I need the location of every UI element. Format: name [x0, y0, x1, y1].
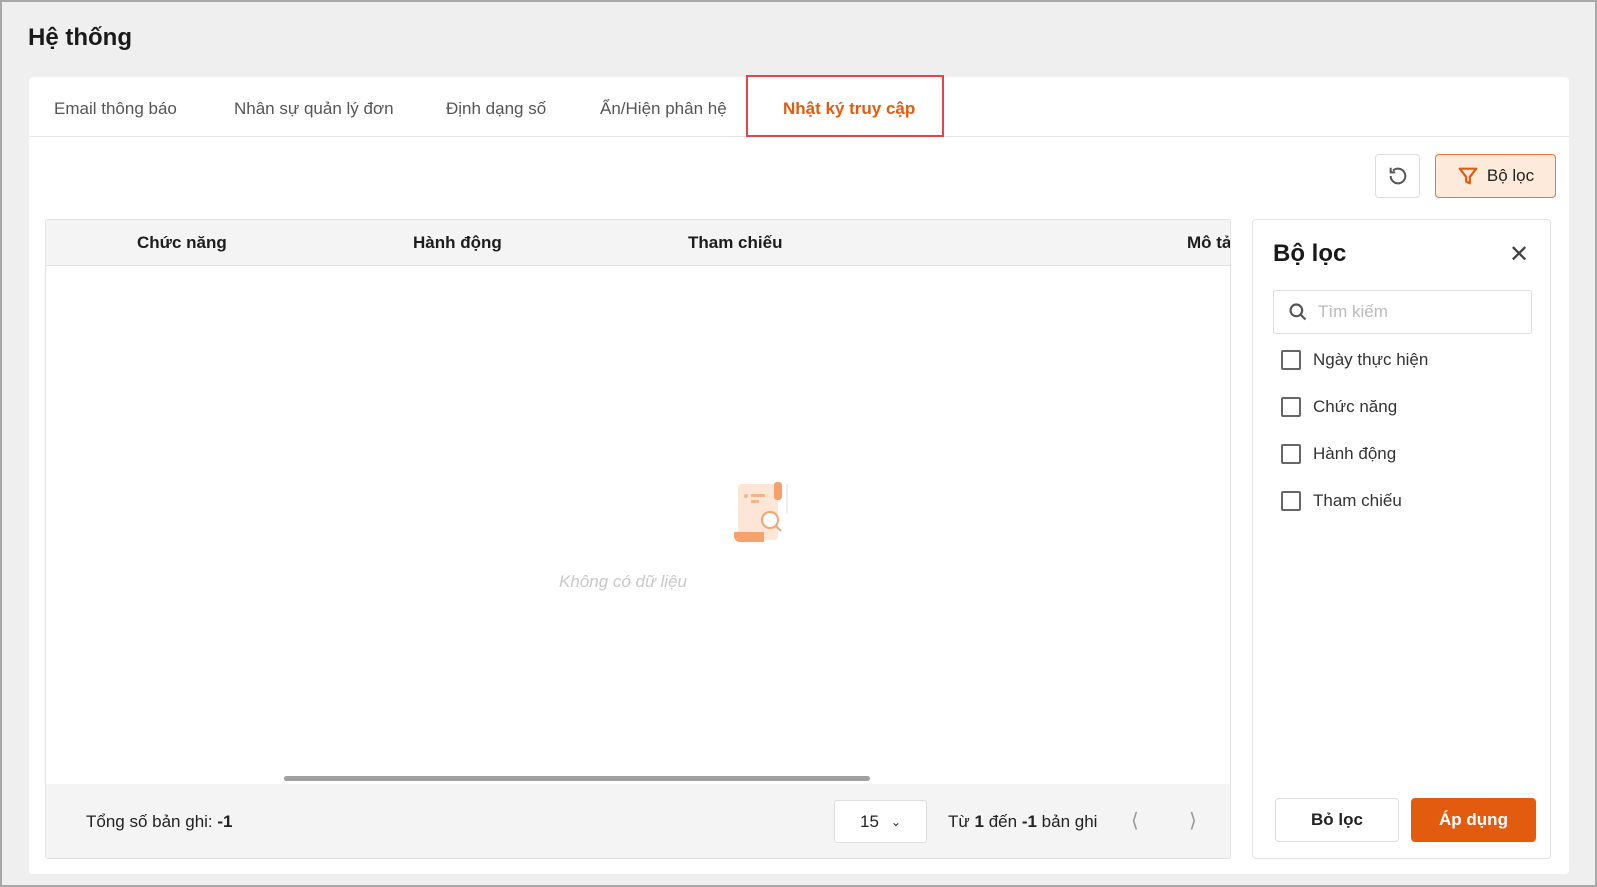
column-header[interactable]: Hành động [413, 233, 502, 253]
reset-button[interactable] [1375, 154, 1420, 198]
highlight-box [746, 75, 944, 137]
table-header: Chức năng Hành động Tham chiếu Mô tả [46, 220, 1230, 266]
filter-button[interactable]: Bộ lọc [1435, 154, 1556, 198]
option-label: Chức năng [1313, 397, 1398, 416]
tab-email[interactable]: Email thông báo [54, 99, 177, 119]
column-header[interactable]: Tham chiếu [688, 233, 782, 253]
tab-staff[interactable]: Nhân sự quản lý đơn [234, 99, 394, 119]
tab-modules[interactable]: Ẩn/Hiện phân hệ [600, 99, 727, 119]
search-icon [1289, 303, 1307, 321]
checkbox[interactable] [1281, 444, 1301, 464]
chevron-left-icon[interactable]: ⟨ [1131, 808, 1139, 833]
search-input[interactable] [1318, 302, 1518, 322]
checkbox[interactable] [1281, 491, 1301, 511]
column-header[interactable]: Chức năng [137, 233, 227, 253]
chevron-down-icon: ⌄ [890, 814, 901, 829]
column-header[interactable]: Mô tả [1187, 233, 1230, 253]
refresh-icon [1389, 167, 1406, 185]
empty-data-icon [734, 482, 788, 542]
filter-panel-title: Bộ lọc [1273, 240, 1347, 267]
option-label: Hành động [1313, 444, 1397, 463]
total-value: -1 [217, 812, 233, 831]
horizontal-scrollbar[interactable] [284, 776, 870, 781]
total-records: Tổng số bản ghi: -1 [86, 812, 233, 832]
record-range: Từ 1 đến -1 bản ghi [948, 812, 1097, 832]
filter-button-label: Bộ lọc [1486, 166, 1535, 185]
range-prefix: Từ [948, 812, 970, 831]
option-label: Tham chiếu [1313, 491, 1402, 510]
checkbox[interactable] [1281, 397, 1301, 417]
filter-option-action[interactable]: Hành động [1281, 444, 1396, 464]
close-icon[interactable]: ✕ [1509, 240, 1529, 269]
range-to: -1 [1021, 812, 1037, 831]
chevron-right-icon[interactable]: ⟩ [1189, 808, 1197, 833]
filter-option-date[interactable]: Ngày thực hiện [1281, 350, 1428, 370]
checkbox[interactable] [1281, 350, 1301, 370]
page-title: Hệ thống [28, 24, 132, 51]
empty-state-text: Không có dữ liệu [559, 572, 687, 591]
range-suffix: bản ghi [1041, 812, 1098, 831]
table-footer: Tổng số bản ghi: -1 15 ⌄ Từ 1 đến -1 bản … [46, 784, 1230, 858]
filter-icon [1458, 167, 1478, 185]
data-table: Chức năng Hành động Tham chiếu Mô tả Khô… [45, 219, 1231, 859]
page-size-value: 15 [860, 811, 879, 831]
range-from: 1 [974, 812, 984, 831]
clear-filter-button[interactable]: Bỏ lọc [1275, 798, 1399, 842]
filter-search [1273, 290, 1532, 334]
filter-option-reference[interactable]: Tham chiếu [1281, 491, 1402, 511]
filter-panel: Bộ lọc ✕ Ngày thực hiện Chức năng Hành đ… [1252, 219, 1551, 859]
page-size-select[interactable]: 15 ⌄ [834, 800, 927, 843]
apply-button[interactable]: Áp dụng [1411, 798, 1536, 842]
total-label: Tổng số bản ghi: [86, 812, 213, 831]
filter-option-function[interactable]: Chức năng [1281, 397, 1397, 417]
option-label: Ngày thực hiện [1313, 350, 1429, 369]
tab-number-format[interactable]: Định dạng số [446, 99, 546, 119]
range-mid: đến [988, 812, 1018, 831]
